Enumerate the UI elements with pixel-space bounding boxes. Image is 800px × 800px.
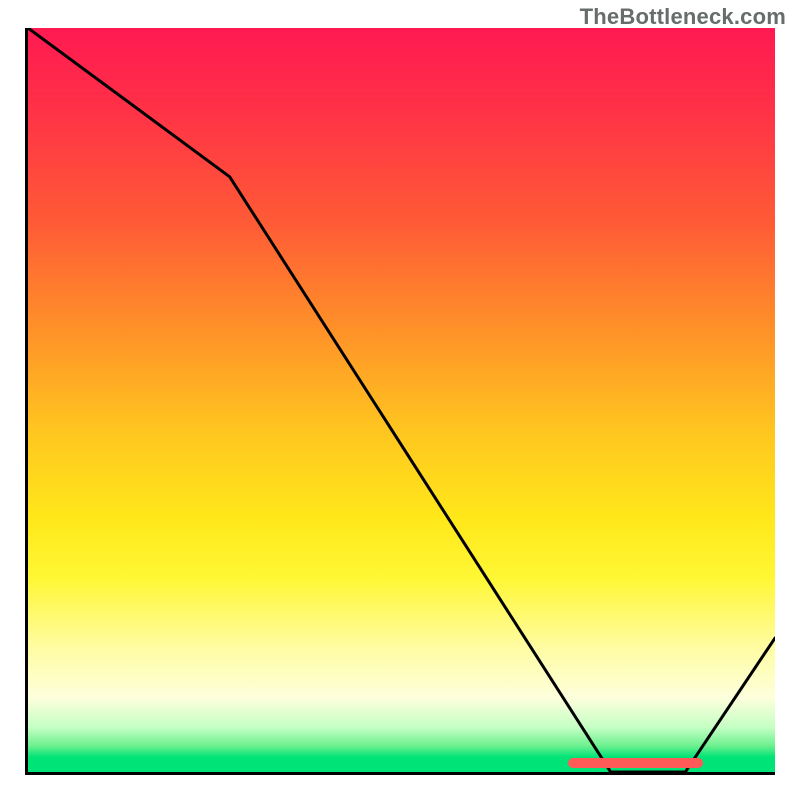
watermark-text: TheBottleneck.com (580, 4, 786, 30)
chart-stage: TheBottleneck.com (0, 0, 800, 800)
curve-layer (28, 28, 775, 772)
bottleneck-curve-path (28, 28, 775, 772)
plot-area (25, 28, 775, 775)
optimum-range-marker (568, 758, 703, 768)
